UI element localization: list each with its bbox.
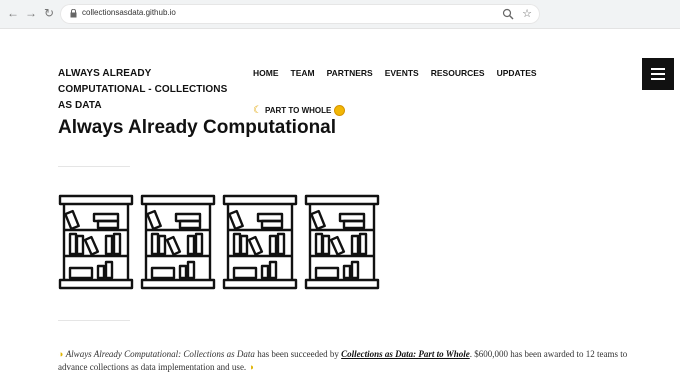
hamburger-menu-icon: [651, 73, 665, 75]
address-bar[interactable]: collectionsasdata.github.io ☆: [60, 4, 540, 24]
bookshelf-icon: [140, 194, 216, 290]
bookshelf-icon: [58, 194, 134, 290]
nav-partners[interactable]: PARTNERS: [327, 68, 373, 78]
sun-icon: [334, 105, 346, 116]
star-icon[interactable]: ☆: [522, 7, 532, 21]
nav-events[interactable]: EVENTS: [385, 68, 419, 78]
site-title[interactable]: ALWAYS ALREADY COMPUTATIONAL - COLLECTIO…: [58, 66, 238, 114]
page-title: Always Already Computational: [58, 117, 337, 138]
divider: [58, 166, 130, 167]
nav-home[interactable]: HOME: [253, 68, 279, 78]
back-button[interactable]: ←: [6, 6, 20, 20]
lock-icon: [70, 9, 77, 18]
part-to-whole-label: PART TO WHOLE: [264, 106, 332, 115]
reload-button[interactable]: ↻: [42, 6, 56, 20]
hamburger-menu-icon: [651, 78, 665, 80]
intro-paragraph: ◑ Always Already Computational: Collecti…: [58, 348, 638, 374]
intro-mid: has been succeeded by: [254, 349, 342, 359]
forward-button[interactable]: →: [24, 6, 38, 20]
main-nav: HOME TEAM PARTNERS EVENTS RESOURCES UPDA…: [253, 68, 537, 78]
hamburger-menu-button[interactable]: [642, 58, 674, 90]
part-to-whole-link[interactable]: Collections as Data: Part to Whole: [341, 349, 470, 359]
moon-icon: ☾: [253, 105, 262, 116]
browser-toolbar: ← → ↻ collectionsasdata.github.io ☆: [0, 0, 680, 29]
intro-lead: Always Already Computational: Collection…: [65, 349, 255, 359]
lightbulb-icon: ◑: [58, 349, 64, 359]
nav-resources[interactable]: RESOURCES: [431, 68, 485, 78]
url-text[interactable]: collectionsasdata.github.io: [82, 8, 176, 17]
bookshelf-illustration: [58, 194, 380, 292]
lightbulb-icon: ◑: [248, 362, 254, 372]
zoom-icon[interactable]: [502, 8, 514, 20]
divider: [58, 320, 130, 321]
nav-updates[interactable]: UPDATES: [497, 68, 537, 78]
nav-part-to-whole[interactable]: ☾ PART TO WHOLE: [253, 105, 346, 116]
hamburger-menu-icon: [651, 68, 665, 70]
bookshelf-icon: [304, 194, 380, 290]
nav-team[interactable]: TEAM: [291, 68, 315, 78]
bookshelf-icon: [222, 194, 298, 290]
